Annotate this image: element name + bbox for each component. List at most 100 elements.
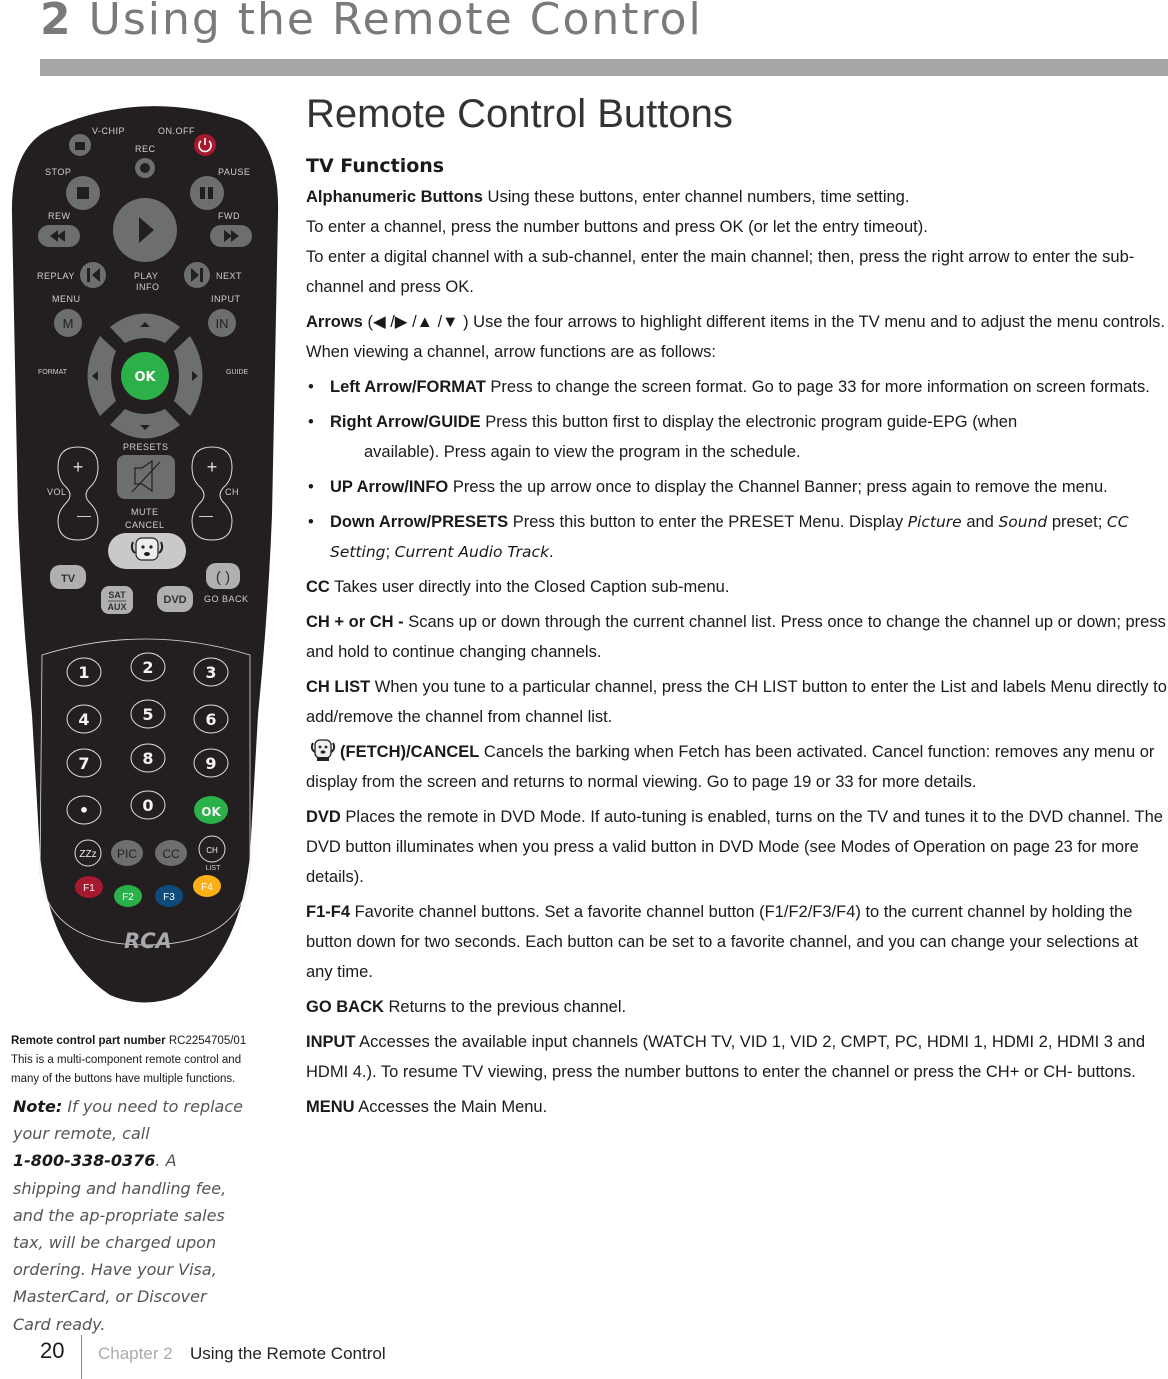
aux-key-label: AUX — [107, 602, 126, 612]
chapter-heading: 2 Using the Remote Control — [40, 0, 703, 45]
label-list: LIST — [206, 865, 222, 872]
digit-key-label: 8 — [142, 749, 153, 768]
button-descriptions: TV Functions Alphanumeric Buttons Using … — [306, 152, 1168, 1127]
chapter-title: Using the Remote Control — [88, 0, 703, 45]
label-mute: MUTE — [131, 507, 159, 517]
entry-input: INPUT Accesses the available input chann… — [306, 1027, 1168, 1087]
dog-icon — [130, 537, 164, 561]
digit-key-label: 6 — [205, 710, 216, 729]
label-info: INFO — [136, 282, 160, 292]
entry-text: Favorite channel buttons. Set a favorite… — [306, 903, 1138, 981]
sleep-key-label: ZZz — [79, 849, 96, 860]
entry-term: DVD — [306, 808, 341, 826]
entry-go-back: GO BACK Returns to the previous channel. — [306, 992, 1168, 1022]
section-title: Remote Control Buttons — [306, 92, 733, 136]
page-number: 20 — [40, 1338, 65, 1363]
entry-text: Using these buttons, enter channel numbe… — [482, 188, 910, 206]
entry-text: Scans up or down through the current cha… — [306, 613, 1166, 661]
entry-ch-list: CH LIST When you tune to a particular ch… — [306, 672, 1168, 732]
f4-key-label: F4 — [201, 882, 213, 893]
bullet-text: and — [961, 513, 999, 531]
footer-divider — [81, 1335, 82, 1379]
part-description: This is a multi-component remote control… — [11, 1054, 242, 1085]
digit-key-label: 7 — [78, 754, 89, 773]
preset-sound: Sound — [998, 513, 1048, 531]
bullet-term: Down Arrow/PRESETS — [330, 513, 509, 531]
footer-chapter: Chapter 2 — [98, 1344, 173, 1363]
lock-icon — [75, 142, 85, 150]
bullet-text: ; — [385, 543, 395, 561]
f1-key-label: F1 — [83, 883, 95, 894]
ch-list-key-label: CH — [206, 846, 218, 855]
label-stop: STOP — [45, 167, 71, 177]
entry-term: CH + or CH - — [306, 613, 404, 631]
cc-key-label: CC — [162, 847, 180, 861]
bullet-up-arrow: UP Arrow/INFO Press the up arrow once to… — [306, 472, 1168, 502]
label-pause: PAUSE — [218, 167, 250, 177]
entry-text: When you tune to a particular channel, p… — [306, 678, 1167, 726]
bullet-text: . — [549, 543, 554, 561]
entry-term: F1-F4 — [306, 903, 351, 921]
label-format: FORMAT — [38, 369, 68, 376]
digit-key-label: OK — [201, 805, 221, 819]
entry-menu: MENU Accesses the Main Menu. — [306, 1092, 1168, 1122]
vol-plus: + — [73, 457, 84, 477]
replacement-note: Note: If you need to replace your remote… — [13, 1093, 248, 1338]
digit-key-label: 5 — [142, 705, 153, 724]
part-number: RC2254705/01 — [168, 1035, 247, 1047]
entry-text: Places the remote in DVD Mode. If auto-t… — [306, 808, 1163, 886]
label-cancel: CANCEL — [125, 520, 165, 530]
label-guide: GUIDE — [226, 369, 249, 376]
label-vchip: V-CHIP — [92, 126, 125, 136]
footer-title: Using the Remote Control — [190, 1344, 386, 1363]
sat-key-label: SAT — [108, 590, 126, 600]
entry-term: CH LIST — [306, 678, 371, 696]
preset-audio-track: Current Audio Track — [394, 543, 550, 561]
entry-text: Accesses the Main Menu. — [354, 1098, 548, 1116]
dog-icon — [310, 739, 336, 761]
chapter-divider-bar — [40, 59, 1168, 76]
ch-plus: + — [207, 457, 218, 477]
f3-key-label: F3 — [163, 892, 175, 903]
subsection-title: TV Functions — [306, 155, 445, 177]
tv-key-label: TV — [61, 573, 76, 585]
label-vol: VOL — [47, 487, 67, 497]
input-key-label: IN — [216, 316, 229, 331]
digit-key-label: • — [79, 801, 89, 820]
bullet-text: preset; — [1047, 513, 1107, 531]
label-replay: REPLAY — [37, 271, 75, 281]
label-rec: REC — [135, 144, 156, 154]
bullet-text: Press to change the screen format. Go to… — [485, 378, 1150, 396]
digit-key-label: 0 — [142, 796, 153, 815]
digit-key-label: 2 — [142, 658, 153, 677]
bullet-term: Right Arrow/GUIDE — [330, 413, 481, 431]
note-text-continued: . A shipping and handling fee, and the a… — [13, 1151, 227, 1334]
label-rew: REW — [48, 211, 71, 221]
bullet-left-arrow: Left Arrow/FORMAT Press to change the sc… — [306, 372, 1168, 402]
pause-button[interactable] — [190, 176, 224, 210]
preset-picture: Picture — [907, 513, 962, 531]
label-fwd: FWD — [218, 211, 240, 221]
go-back-icon: ( ) — [216, 569, 230, 586]
label-ch: CH — [225, 487, 239, 497]
bullet-down-arrow: Down Arrow/PRESETS Press this button to … — [306, 507, 1168, 567]
label-menu: MENU — [52, 294, 81, 304]
digit-key-label: 3 — [205, 663, 216, 682]
pic-key-label: PIC — [117, 847, 137, 861]
support-phone: 1-800-338-0376 — [13, 1151, 156, 1171]
entry-term: GO BACK — [306, 998, 384, 1016]
label-play: PLAY — [134, 271, 158, 281]
entry-term: MENU — [306, 1098, 355, 1116]
entry-f1-f4: F1-F4 Favorite channel buttons. Set a fa… — [306, 897, 1168, 987]
bullet-term: Left Arrow/FORMAT — [330, 378, 486, 396]
stop-icon — [77, 187, 89, 199]
bullet-term: UP Arrow/INFO — [330, 478, 449, 496]
label-next: NEXT — [216, 271, 242, 281]
bullet-text: Press the up arrow once to display the C… — [448, 478, 1108, 496]
entry-dvd: DVD Places the remote in DVD Mode. If au… — [306, 802, 1168, 892]
pause-icon — [208, 187, 213, 199]
entry-cc: CC Takes user directly into the Closed C… — [306, 572, 1168, 602]
chapter-number: 2 — [40, 0, 73, 45]
bullet-text-continued: available). Press again to view the prog… — [364, 443, 801, 461]
part-number-block: Remote control part number RC2254705/01 … — [11, 1032, 271, 1089]
